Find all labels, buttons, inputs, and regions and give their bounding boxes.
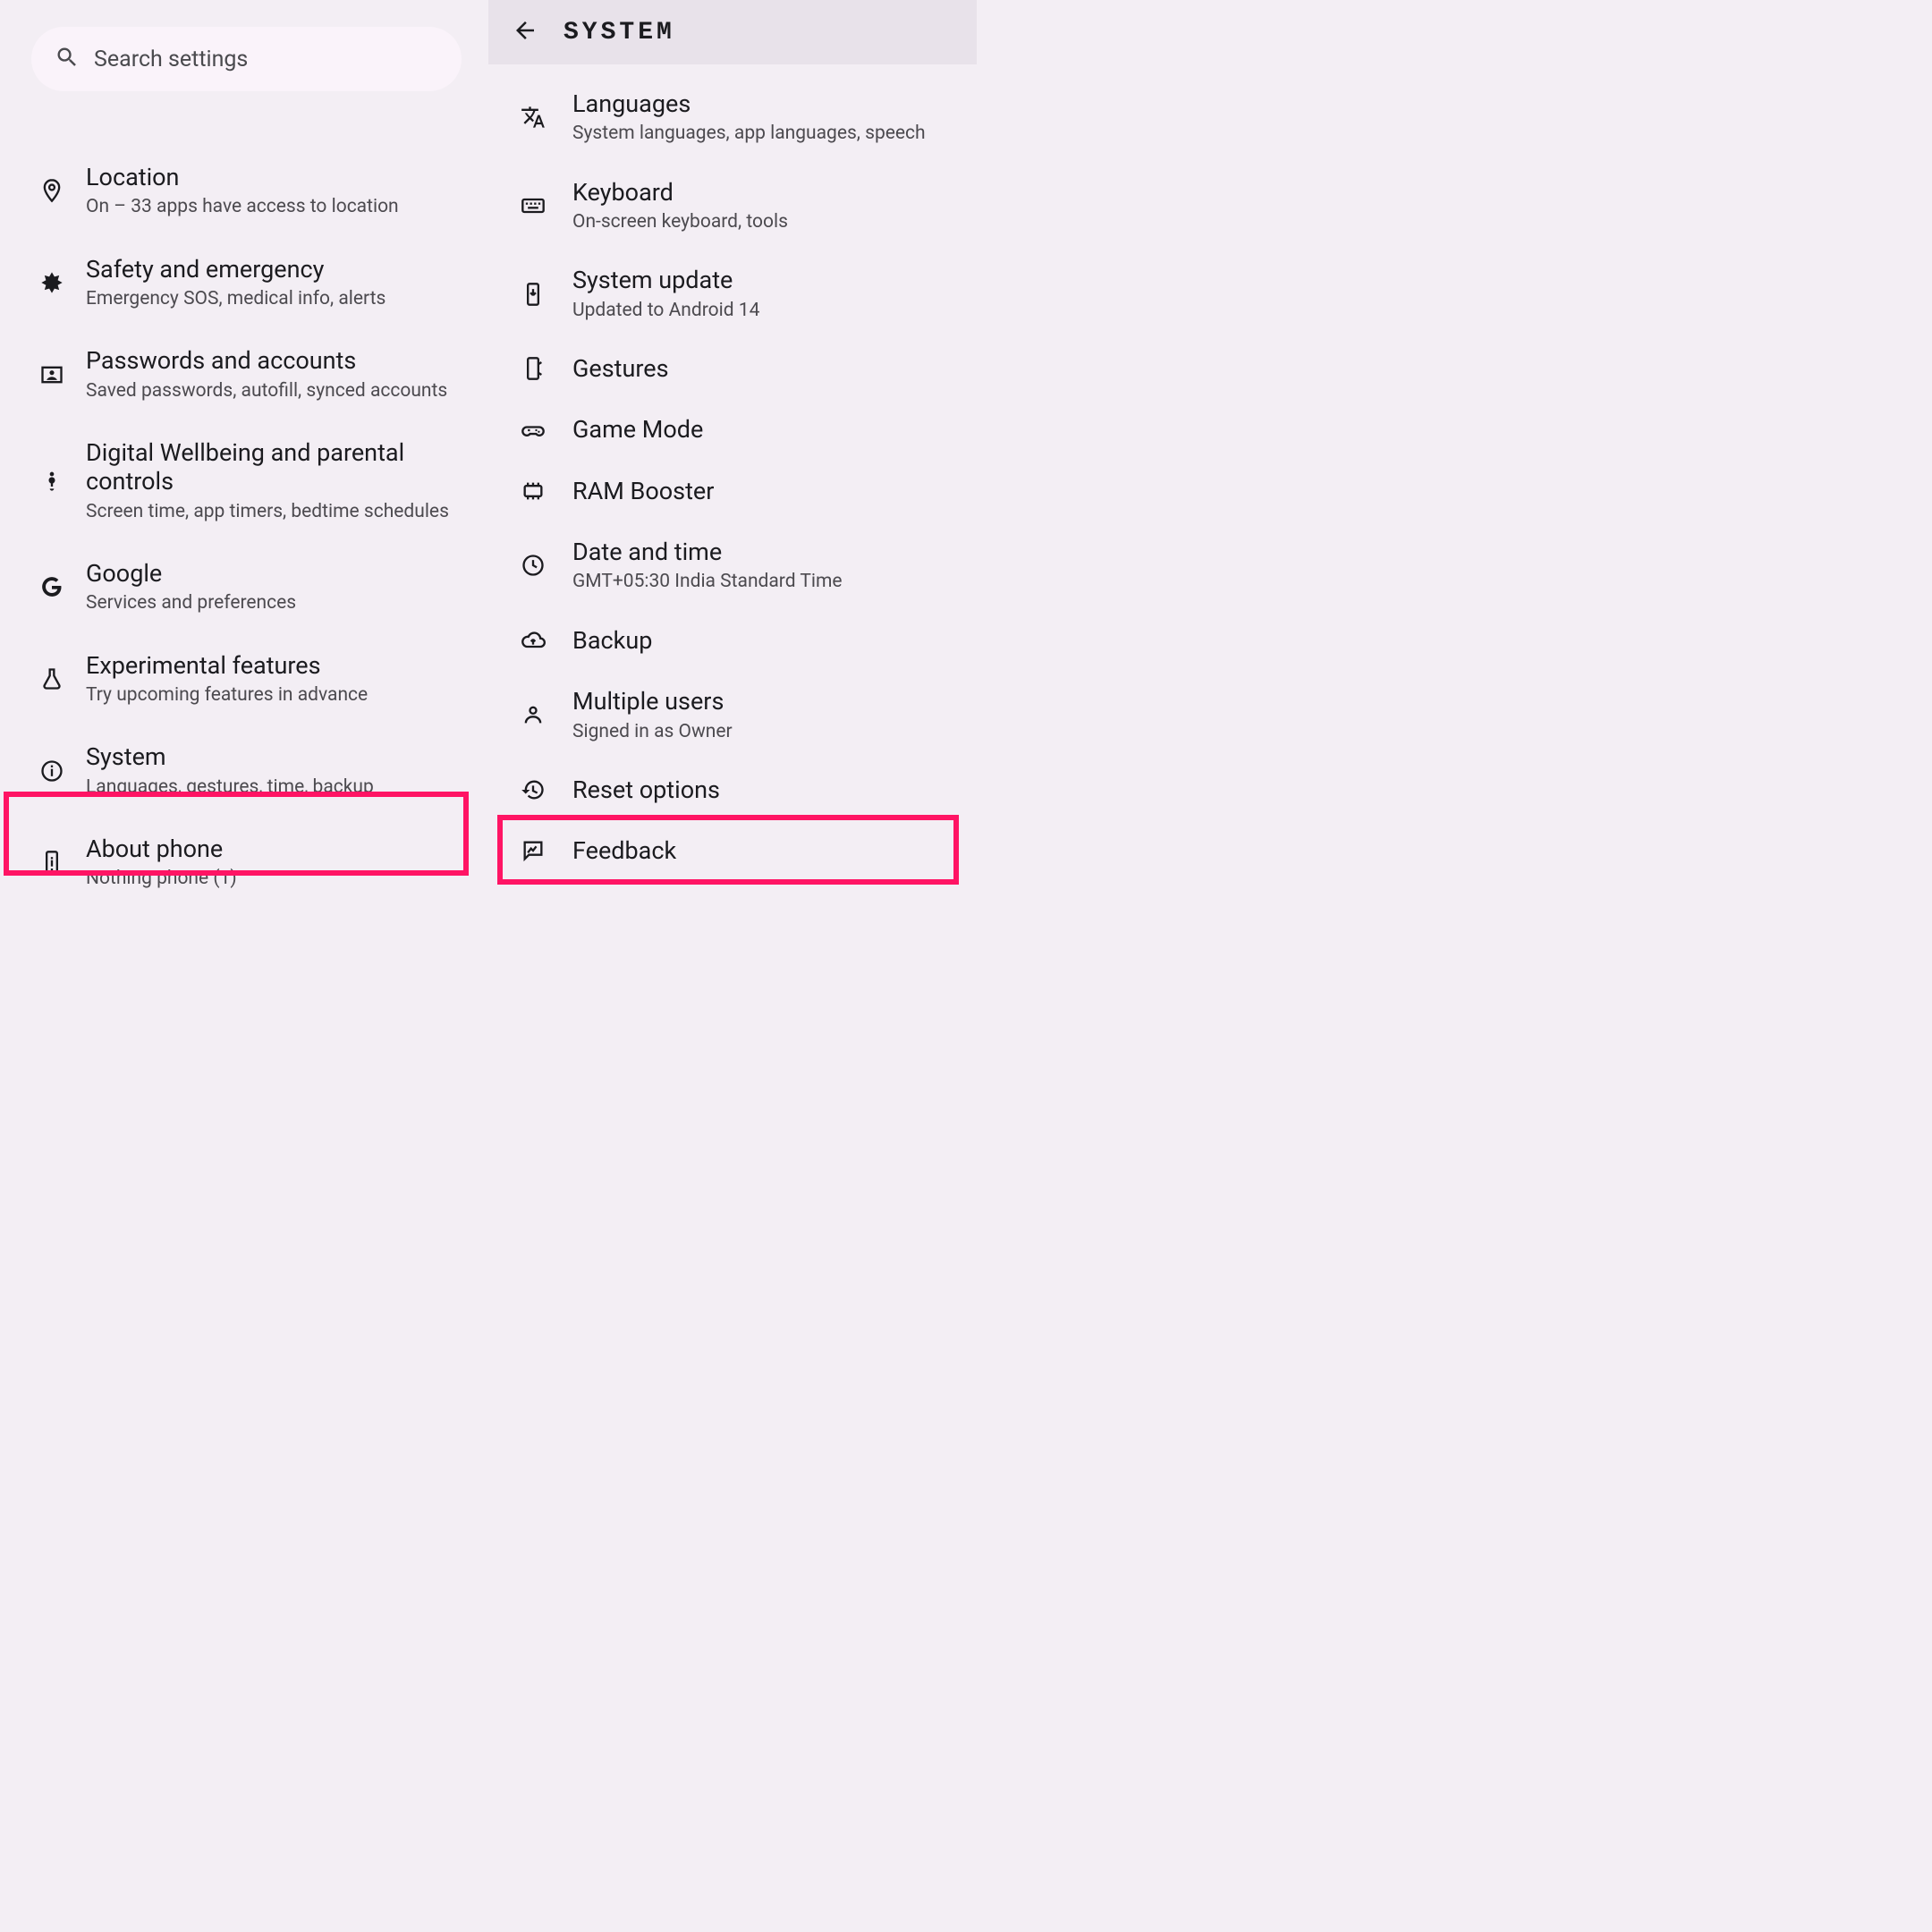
system-item-title: Backup <box>572 626 652 655</box>
system-item-sub: Updated to Android 14 <box>572 299 759 322</box>
system-item-title: RAM Booster <box>572 477 714 505</box>
settings-item-sub: Try upcoming features in advance <box>86 683 368 707</box>
system-item-update[interactable]: System update Updated to Android 14 <box>521 250 968 338</box>
search-placeholder: Search settings <box>94 47 248 72</box>
system-item-sub: On-screen keyboard, tools <box>572 210 788 233</box>
settings-item-title: Digital Wellbeing and parental controls <box>86 438 462 496</box>
phone-icon <box>39 850 86 875</box>
settings-item-location[interactable]: Location On – 33 apps have access to loc… <box>39 145 479 237</box>
system-item-sub: GMT+05:30 India Standard Time <box>572 570 843 593</box>
settings-item-sub: Screen time, app timers, bedtime schedul… <box>86 500 462 523</box>
cloud-upload-icon <box>521 628 572 653</box>
wellbeing-icon <box>39 468 86 493</box>
system-item-title: Keyboard <box>572 178 788 207</box>
settings-item-system[interactable]: System Languages, gestures, time, backup <box>39 724 479 817</box>
history-icon <box>521 777 572 802</box>
settings-item-passwords[interactable]: Passwords and accounts Saved passwords, … <box>39 328 479 420</box>
settings-item-safety[interactable]: Safety and emergency Emergency SOS, medi… <box>39 237 479 329</box>
system-item-languages[interactable]: Languages System languages, app language… <box>521 73 968 162</box>
settings-item-title: Experimental features <box>86 651 368 680</box>
translate-icon <box>521 105 572 130</box>
settings-item-sub: Languages, gestures, time, backup <box>86 775 374 799</box>
keyboard-icon <box>521 193 572 218</box>
system-item-title: System update <box>572 266 759 294</box>
settings-item-about[interactable]: About phone Nothing phone (1) <box>39 817 479 909</box>
settings-item-sub: Nothing phone (1) <box>86 867 237 890</box>
settings-item-wellbeing[interactable]: Digital Wellbeing and parental controls … <box>39 420 479 541</box>
system-item-sub: System languages, app languages, speech <box>572 122 926 145</box>
system-item-title: Reset options <box>572 775 720 804</box>
settings-item-experimental[interactable]: Experimental features Try upcoming featu… <box>39 633 479 725</box>
settings-item-title: Passwords and accounts <box>86 346 447 375</box>
system-item-title: Feedback <box>572 836 676 865</box>
system-item-keyboard[interactable]: Keyboard On-screen keyboard, tools <box>521 162 968 250</box>
system-item-gamemode[interactable]: Game Mode <box>521 399 968 460</box>
feedback-icon <box>521 838 572 863</box>
system-item-feedback[interactable]: Feedback <box>521 820 968 881</box>
system-header-title: SYSTEM <box>564 19 675 47</box>
system-item-gestures[interactable]: Gestures <box>521 338 968 399</box>
settings-item-title: Location <box>86 163 399 191</box>
system-item-sub: Signed in as Owner <box>572 720 733 743</box>
account-box-icon <box>39 362 86 387</box>
gamepad-icon <box>521 418 572 443</box>
system-item-title: Game Mode <box>572 415 703 444</box>
medical-icon <box>39 270 86 295</box>
system-item-title: Multiple users <box>572 687 733 716</box>
settings-item-sub: Saved passwords, autofill, synced accoun… <box>86 379 447 402</box>
search-icon <box>55 45 80 73</box>
gesture-icon <box>521 356 572 381</box>
clock-icon <box>521 553 572 578</box>
person-icon <box>521 702 572 727</box>
settings-item-title: About phone <box>86 835 237 863</box>
flask-icon <box>39 666 86 691</box>
system-item-reset[interactable]: Reset options <box>521 759 968 820</box>
info-icon <box>39 758 86 784</box>
search-settings-input[interactable]: Search settings <box>31 27 462 91</box>
settings-item-title: Safety and emergency <box>86 255 386 284</box>
back-button[interactable] <box>512 17 538 47</box>
location-icon <box>39 178 86 203</box>
google-icon <box>39 574 86 599</box>
settings-item-title: Google <box>86 559 296 588</box>
system-item-ram[interactable]: RAM Booster <box>521 461 968 521</box>
system-item-backup[interactable]: Backup <box>521 610 968 671</box>
system-header: SYSTEM <box>488 0 977 64</box>
system-item-datetime[interactable]: Date and time GMT+05:30 India Standard T… <box>521 521 968 610</box>
settings-item-google[interactable]: Google Services and preferences <box>39 541 479 633</box>
settings-item-sub: Emergency SOS, medical info, alerts <box>86 287 386 310</box>
system-item-title: Languages <box>572 89 926 118</box>
system-update-icon <box>521 282 572 307</box>
system-item-title: Gestures <box>572 354 669 383</box>
settings-item-title: System <box>86 742 374 771</box>
settings-item-sub: Services and preferences <box>86 591 296 614</box>
system-item-title: Date and time <box>572 538 843 566</box>
settings-item-sub: On – 33 apps have access to location <box>86 195 399 218</box>
system-item-users[interactable]: Multiple users Signed in as Owner <box>521 671 968 759</box>
ram-icon <box>521 479 572 504</box>
